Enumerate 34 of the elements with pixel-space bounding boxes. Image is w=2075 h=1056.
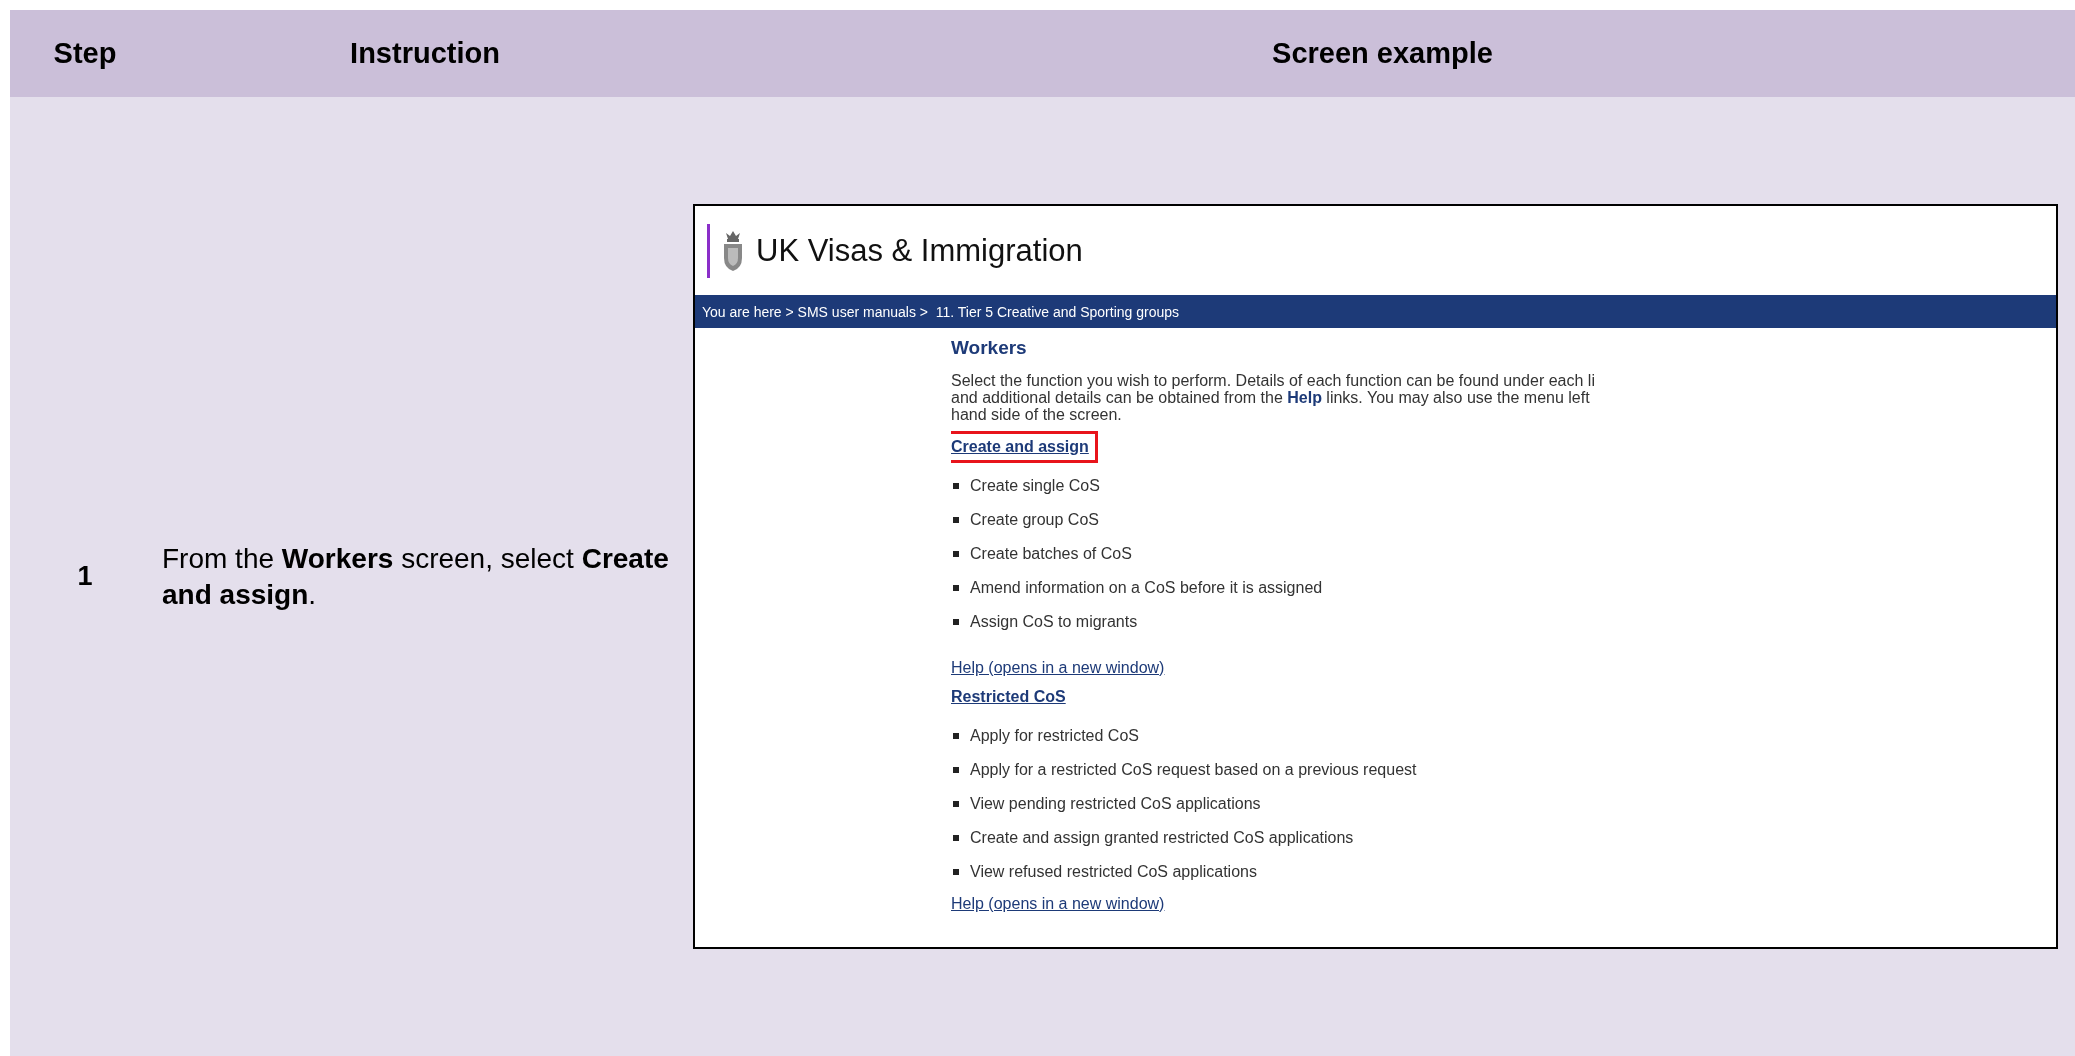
function-item: Apply for restricted CoS xyxy=(970,727,1139,745)
intro-paragraph: Select the function you wish to perform. Details of each function can be found under each li and additional details can be obtained from the Help links. You may also use the menu left hand side of the screen. xyxy=(951,372,1596,423)
bullet-icon xyxy=(953,835,959,841)
function-item: Amend information on a CoS before it is assigned xyxy=(970,579,1323,597)
help-link[interactable]: Help (opens in a new window) xyxy=(951,895,1165,913)
function-item: Create batches of CoS xyxy=(970,545,1132,563)
highlighted-section-link[interactable]: Create and assign xyxy=(951,431,1098,463)
function-item: Apply for a restricted CoS request based on a previous request xyxy=(970,761,1417,779)
column-header: Step xyxy=(53,37,117,70)
function-item: Create and assign granted restricted CoS applications xyxy=(970,829,1354,847)
bullet-icon xyxy=(953,585,959,591)
bullet-icon xyxy=(953,619,959,625)
bullet-icon xyxy=(953,869,959,875)
function-item: View pending restricted CoS applications xyxy=(970,795,1261,813)
help-link[interactable]: Help (opens in a new window) xyxy=(951,659,1165,677)
bullet-icon xyxy=(953,551,959,557)
function-item: Assign CoS to migrants xyxy=(970,613,1138,631)
section-link[interactable]: Restricted CoS xyxy=(951,681,1075,713)
column-header: Screen example xyxy=(1272,37,1493,70)
breadcrumb-bar: You are here > SMS user manuals > 11. Tier 5 Creative and Sporting groups xyxy=(695,295,2056,328)
column-header: Instruction xyxy=(350,37,500,70)
instruction-text: From the Workers screen, select Create and assign. xyxy=(161,541,670,612)
step-number: 1 xyxy=(77,561,93,592)
bullet-icon xyxy=(953,767,959,773)
bullet-icon xyxy=(953,733,959,739)
page-heading: Workers xyxy=(951,337,1028,359)
bullet-icon xyxy=(953,801,959,807)
logo-accent-bar xyxy=(707,223,710,278)
function-item: Create single CoS xyxy=(970,477,1100,495)
bullet-icon xyxy=(953,517,959,523)
function-item: Create group CoS xyxy=(970,511,1099,529)
logo-title: UK Visas & Immigration xyxy=(756,232,1083,269)
bullet-icon xyxy=(953,483,959,489)
function-item: View refused restricted CoS applications xyxy=(970,863,1257,881)
